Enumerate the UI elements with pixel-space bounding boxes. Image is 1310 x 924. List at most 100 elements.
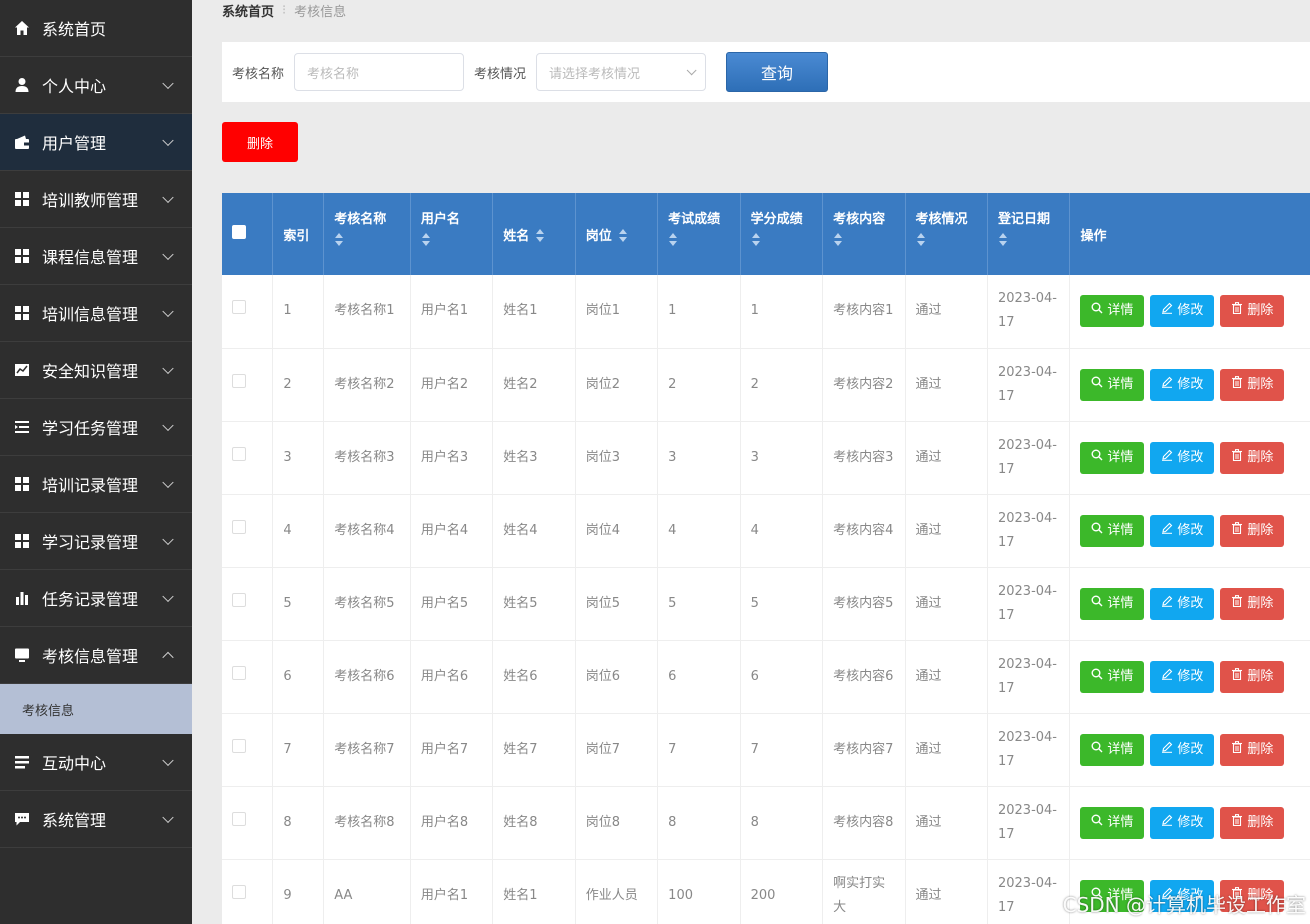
- delete-button[interactable]: 删除: [1220, 441, 1285, 474]
- cell-post: 岗位3: [575, 421, 659, 495]
- detail-button[interactable]: 详情: [1080, 806, 1145, 839]
- detail-button[interactable]: 详情: [1080, 368, 1145, 401]
- cell-index: 8: [272, 786, 325, 860]
- chevron-down-icon: [686, 64, 697, 75]
- sort-icon[interactable]: [751, 233, 761, 247]
- edit-label: 修改: [1177, 303, 1204, 319]
- sidebar-item[interactable]: 培训信息管理: [0, 285, 192, 342]
- cell-name: 考核名称5: [323, 567, 411, 641]
- cell-content: 考核内容2: [822, 348, 906, 422]
- sort-icon[interactable]: [668, 233, 678, 247]
- edit-button[interactable]: 修改: [1150, 368, 1215, 401]
- delete-button[interactable]: 删除: [1220, 806, 1285, 839]
- sidebar-item[interactable]: 安全知识管理: [0, 342, 192, 399]
- col-exam[interactable]: 考试成绩: [657, 193, 741, 275]
- sidebar-item[interactable]: 系统首页: [0, 0, 192, 57]
- col-status[interactable]: 考核情况: [905, 193, 988, 275]
- name-input[interactable]: 考核名称: [294, 53, 465, 91]
- status-select[interactable]: 请选择考核情况: [536, 53, 707, 91]
- cell-exam: 8: [657, 786, 741, 860]
- delete-button[interactable]: 删除: [1220, 295, 1285, 328]
- batch-delete-button[interactable]: 删除: [222, 122, 298, 162]
- edit-button[interactable]: 修改: [1150, 733, 1215, 766]
- cell-realname: 姓名1: [492, 275, 576, 349]
- sidebar-item[interactable]: 培训教师管理: [0, 171, 192, 228]
- cell-credit: 8: [740, 786, 824, 860]
- edit-button[interactable]: 修改: [1150, 806, 1215, 839]
- edit-label: 修改: [1177, 522, 1204, 538]
- sort-icon[interactable]: [421, 233, 431, 247]
- edit-icon: [1161, 592, 1173, 616]
- table-header-row: 索引 考核名称 用户名 姓名 岗位 考试成绩 学分成绩 考核内容 考核情况 登记…: [222, 193, 1310, 275]
- detail-button[interactable]: 详情: [1080, 733, 1145, 766]
- sort-icon[interactable]: [833, 233, 843, 247]
- col-name[interactable]: 考核名称: [323, 193, 411, 275]
- delete-button[interactable]: 删除: [1220, 733, 1285, 766]
- row-checkbox[interactable]: [232, 519, 246, 534]
- sort-icon[interactable]: [916, 233, 926, 247]
- table-row: 7 考核名称7 用户名7 姓名7 岗位7 7 7 考核内容7 通过 2023-04-17 详情 修改删…: [222, 713, 1310, 787]
- row-checkbox[interactable]: [232, 373, 246, 388]
- delete-button[interactable]: 删除: [1220, 660, 1285, 693]
- col-credit[interactable]: 学分成绩: [740, 193, 824, 275]
- row-checkbox[interactable]: [232, 446, 246, 461]
- sidebar-item[interactable]: 课程信息管理: [0, 228, 192, 285]
- detail-button[interactable]: 详情: [1080, 587, 1145, 620]
- row-checkbox[interactable]: [232, 592, 246, 607]
- row-checkbox[interactable]: [232, 884, 246, 899]
- row-checkbox[interactable]: [232, 811, 246, 826]
- cell-credit: 3: [740, 421, 824, 495]
- sidebar-item[interactable]: 考核信息管理: [0, 627, 192, 684]
- sort-icon[interactable]: [334, 233, 344, 247]
- delete-button[interactable]: 删除: [1220, 368, 1285, 401]
- edit-icon: [1161, 519, 1173, 543]
- detail-button[interactable]: 详情: [1080, 295, 1145, 328]
- detail-button[interactable]: 详情: [1080, 514, 1145, 547]
- detail-button[interactable]: 详情: [1080, 660, 1145, 693]
- sidebar-item[interactable]: 学习记录管理: [0, 513, 192, 570]
- col-username[interactable]: 用户名: [410, 193, 494, 275]
- sidebar-item[interactable]: 用户管理: [0, 114, 192, 171]
- col-post[interactable]: 岗位: [575, 193, 659, 275]
- data-table: 索引 考核名称 用户名 姓名 岗位 考试成绩 学分成绩 考核内容 考核情况 登记…: [222, 193, 1310, 924]
- cell-date: 2023-04-17: [987, 786, 1071, 860]
- breadcrumb-home[interactable]: 系统首页: [222, 1, 274, 20]
- delete-label: 删除: [1247, 814, 1274, 830]
- sidebar-item[interactable]: 系统管理: [0, 791, 192, 848]
- sidebar-item[interactable]: 互动中心: [0, 734, 192, 791]
- delete-button[interactable]: 删除: [1220, 587, 1285, 620]
- cell-realname: 姓名3: [492, 421, 576, 495]
- sidebar-item[interactable]: 培训记录管理: [0, 456, 192, 513]
- sort-icon[interactable]: [998, 233, 1008, 247]
- sidebar-item[interactable]: 任务记录管理: [0, 570, 192, 627]
- edit-button[interactable]: 修改: [1150, 587, 1215, 620]
- cell-status: 通过: [905, 494, 988, 568]
- chart-line-icon: [14, 362, 30, 378]
- col-content[interactable]: 考核内容: [822, 193, 906, 275]
- edit-button[interactable]: 修改: [1150, 660, 1215, 693]
- delete-button[interactable]: 删除: [1220, 514, 1285, 547]
- sidebar-item[interactable]: 学习任务管理: [0, 399, 192, 456]
- col-realname[interactable]: 姓名: [492, 193, 576, 275]
- col-name-label: 考核名称: [334, 212, 387, 227]
- cell-status: 通过: [905, 567, 988, 641]
- row-checkbox[interactable]: [232, 738, 246, 753]
- row-checkbox[interactable]: [232, 300, 246, 315]
- cell-exam: 7: [657, 713, 741, 787]
- edit-button[interactable]: 修改: [1150, 295, 1215, 328]
- status-select-placeholder: 请选择考核情况: [549, 66, 641, 82]
- query-button[interactable]: 查询: [726, 52, 829, 92]
- col-status-label: 考核情况: [915, 212, 968, 227]
- edit-button[interactable]: 修改: [1150, 514, 1215, 547]
- sidebar-subitem-assessment[interactable]: 考核信息: [0, 684, 192, 734]
- select-all-checkbox[interactable]: [232, 225, 246, 239]
- edit-button[interactable]: 修改: [1150, 441, 1215, 474]
- col-date[interactable]: 登记日期: [987, 193, 1071, 275]
- sort-icon[interactable]: [618, 229, 628, 243]
- detail-button[interactable]: 详情: [1080, 441, 1145, 474]
- row-checkbox[interactable]: [232, 665, 246, 680]
- col-credit-label: 学分成绩: [750, 212, 803, 227]
- sidebar-item[interactable]: 个人中心: [0, 57, 192, 114]
- trash-icon: [1231, 738, 1243, 762]
- sort-icon[interactable]: [535, 229, 545, 243]
